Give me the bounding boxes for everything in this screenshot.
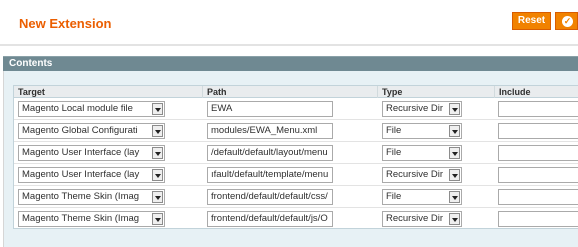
type-select[interactable]: Recursive Dir <box>382 167 462 183</box>
dropdown-arrow-icon <box>449 125 460 137</box>
panel-title: Contents <box>9 58 53 69</box>
include-input[interactable] <box>498 167 578 183</box>
target-select[interactable]: Magento Local module file <box>18 101 165 117</box>
reset-button[interactable]: Reset <box>512 12 551 30</box>
contents-panel-header: Contents <box>3 56 578 71</box>
path-input[interactable]: frontend/default/default/css/ <box>207 189 333 205</box>
dropdown-arrow-icon <box>449 169 460 181</box>
type-select[interactable]: Recursive Dir <box>382 101 462 117</box>
grid-header-row: Target Path Type Include <box>14 86 578 98</box>
table-row: Magento Theme Skin (Imag frontend/defaul… <box>14 186 578 208</box>
target-select[interactable]: Magento Theme Skin (Imag <box>18 211 165 227</box>
column-header-target: Target <box>14 86 203 98</box>
type-select[interactable]: File <box>382 123 462 139</box>
dropdown-arrow-icon <box>152 147 163 159</box>
path-input[interactable]: /default/default/layout/menu <box>207 145 333 161</box>
include-input[interactable] <box>498 189 578 205</box>
type-select[interactable]: File <box>382 189 462 205</box>
table-row: Magento User Interface (lay ıfault/defau… <box>14 164 578 186</box>
dropdown-arrow-icon <box>449 191 460 203</box>
path-input[interactable]: ıfault/default/template/menu <box>207 167 333 183</box>
dropdown-arrow-icon <box>449 213 460 225</box>
path-input[interactable]: frontend/default/default/js/O <box>207 211 333 227</box>
dropdown-arrow-icon <box>152 213 163 225</box>
dropdown-arrow-icon <box>152 191 163 203</box>
save-button[interactable]: ✓ <box>555 12 578 30</box>
dropdown-arrow-icon <box>152 103 163 115</box>
table-row: Magento User Interface (lay /default/def… <box>14 142 578 164</box>
column-header-type: Type <box>378 86 495 98</box>
type-select[interactable]: File <box>382 145 462 161</box>
column-header-path: Path <box>203 86 378 98</box>
path-input[interactable]: modules/EWA_Menu.xml <box>207 123 333 139</box>
header-divider <box>0 44 578 46</box>
table-row: Magento Local module file EWA Recursive … <box>14 98 578 120</box>
check-icon: ✓ <box>562 16 573 27</box>
path-input[interactable]: EWA <box>207 101 333 117</box>
page-title: New Extension <box>19 16 112 31</box>
dropdown-arrow-icon <box>152 169 163 181</box>
page-header: New Extension Reset ✓ <box>0 0 578 44</box>
table-row: Magento Theme Skin (Imag frontend/defaul… <box>14 208 578 230</box>
type-select[interactable]: Recursive Dir <box>382 211 462 227</box>
include-input[interactable] <box>498 123 578 139</box>
include-input[interactable] <box>498 145 578 161</box>
include-input[interactable] <box>498 101 578 117</box>
include-input[interactable] <box>498 211 578 227</box>
target-select[interactable]: Magento Theme Skin (Imag <box>18 189 165 205</box>
contents-grid: Target Path Type Include Magento Local m… <box>13 85 578 229</box>
target-select[interactable]: Magento User Interface (lay <box>18 145 165 161</box>
dropdown-arrow-icon <box>449 147 460 159</box>
table-row: Magento Global Configurati modules/EWA_M… <box>14 120 578 142</box>
dropdown-arrow-icon <box>152 125 163 137</box>
target-select[interactable]: Magento Global Configurati <box>18 123 165 139</box>
dropdown-arrow-icon <box>449 103 460 115</box>
column-header-include: Include <box>499 87 531 97</box>
target-select[interactable]: Magento User Interface (lay <box>18 167 165 183</box>
